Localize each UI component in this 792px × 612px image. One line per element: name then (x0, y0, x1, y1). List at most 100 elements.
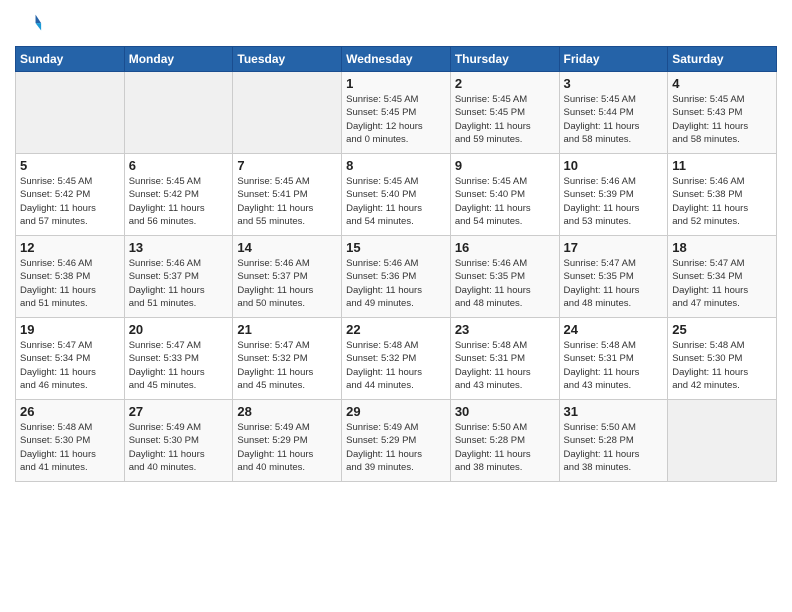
calendar-cell: 14 Sunrise: 5:46 AM Sunset: 5:37 PM Dayli… (233, 236, 342, 318)
day-content: Sunrise: 5:46 AM Sunset: 5:35 PM Dayligh… (455, 257, 555, 310)
day-content: Sunrise: 5:49 AM Sunset: 5:29 PM Dayligh… (346, 421, 446, 474)
calendar-cell: 27 Sunrise: 5:49 AM Sunset: 5:30 PM Dayli… (124, 400, 233, 482)
day-header-tuesday: Tuesday (233, 47, 342, 72)
day-content: Sunrise: 5:48 AM Sunset: 5:31 PM Dayligh… (455, 339, 555, 392)
calendar-cell: 2 Sunrise: 5:45 AM Sunset: 5:45 PM Daylig… (450, 72, 559, 154)
calendar-cell (124, 72, 233, 154)
week-row-4: 19Sunrise: 5:47 AM Sunset: 5:34 PM Dayli… (16, 318, 777, 400)
day-content: Sunrise: 5:45 AM Sunset: 5:42 PM Dayligh… (129, 175, 229, 228)
day-content: Sunrise: 5:46 AM Sunset: 5:37 PM Dayligh… (237, 257, 337, 310)
day-number: 13 (129, 240, 229, 255)
day-content: Sunrise: 5:45 AM Sunset: 5:41 PM Dayligh… (237, 175, 337, 228)
day-number: 28 (237, 404, 337, 419)
day-number: 26 (20, 404, 120, 419)
calendar-cell: 3 Sunrise: 5:45 AM Sunset: 5:44 PM Daylig… (559, 72, 668, 154)
calendar-cell: 11 Sunrise: 5:46 AM Sunset: 5:38 PM Dayli… (668, 154, 777, 236)
day-content: Sunrise: 5:45 AM Sunset: 5:40 PM Dayligh… (346, 175, 446, 228)
day-number: 29 (346, 404, 446, 419)
day-content: Sunrise: 5:45 AM Sunset: 5:45 PM Dayligh… (455, 93, 555, 146)
day-number: 1 (346, 76, 446, 91)
day-content: Sunrise: 5:45 AM Sunset: 5:42 PM Dayligh… (20, 175, 120, 228)
calendar-cell: 4 Sunrise: 5:45 AM Sunset: 5:43 PM Daylig… (668, 72, 777, 154)
day-content: Sunrise: 5:48 AM Sunset: 5:31 PM Dayligh… (564, 339, 664, 392)
day-content: Sunrise: 5:50 AM Sunset: 5:28 PM Dayligh… (455, 421, 555, 474)
calendar-cell: 6 Sunrise: 5:45 AM Sunset: 5:42 PM Daylig… (124, 154, 233, 236)
calendar-cell: 30 Sunrise: 5:50 AM Sunset: 5:28 PM Dayli… (450, 400, 559, 482)
day-number: 14 (237, 240, 337, 255)
calendar-cell: 21Sunrise: 5:47 AM Sunset: 5:32 PM Dayli… (233, 318, 342, 400)
day-number: 6 (129, 158, 229, 173)
calendar-header-row: SundayMondayTuesdayWednesdayThursdayFrid… (16, 47, 777, 72)
day-content: Sunrise: 5:45 AM Sunset: 5:43 PM Dayligh… (672, 93, 772, 146)
day-content: Sunrise: 5:48 AM Sunset: 5:30 PM Dayligh… (20, 421, 120, 474)
week-row-1: 1 Sunrise: 5:45 AM Sunset: 5:45 PM Daylig… (16, 72, 777, 154)
day-number: 27 (129, 404, 229, 419)
calendar-cell: 12 Sunrise: 5:46 AM Sunset: 5:38 PM Dayli… (16, 236, 125, 318)
day-number: 18 (672, 240, 772, 255)
day-content: Sunrise: 5:46 AM Sunset: 5:37 PM Dayligh… (129, 257, 229, 310)
day-number: 16 (455, 240, 555, 255)
day-header-friday: Friday (559, 47, 668, 72)
calendar-cell: 8 Sunrise: 5:45 AM Sunset: 5:40 PM Daylig… (342, 154, 451, 236)
day-number: 4 (672, 76, 772, 91)
calendar-cell: 28 Sunrise: 5:49 AM Sunset: 5:29 PM Dayli… (233, 400, 342, 482)
day-content: Sunrise: 5:48 AM Sunset: 5:32 PM Dayligh… (346, 339, 446, 392)
calendar-cell (16, 72, 125, 154)
calendar-cell: 23Sunrise: 5:48 AM Sunset: 5:31 PM Dayli… (450, 318, 559, 400)
day-content: Sunrise: 5:47 AM Sunset: 5:33 PM Dayligh… (129, 339, 229, 392)
day-content: Sunrise: 5:46 AM Sunset: 5:39 PM Dayligh… (564, 175, 664, 228)
day-content: Sunrise: 5:45 AM Sunset: 5:45 PM Dayligh… (346, 93, 446, 146)
day-content: Sunrise: 5:49 AM Sunset: 5:30 PM Dayligh… (129, 421, 229, 474)
day-header-monday: Monday (124, 47, 233, 72)
day-number: 8 (346, 158, 446, 173)
day-content: Sunrise: 5:49 AM Sunset: 5:29 PM Dayligh… (237, 421, 337, 474)
day-number: 30 (455, 404, 555, 419)
calendar-cell: 5Sunrise: 5:45 AM Sunset: 5:42 PM Daylig… (16, 154, 125, 236)
day-number: 9 (455, 158, 555, 173)
calendar-cell (233, 72, 342, 154)
day-header-thursday: Thursday (450, 47, 559, 72)
day-header-wednesday: Wednesday (342, 47, 451, 72)
day-number: 7 (237, 158, 337, 173)
day-content: Sunrise: 5:48 AM Sunset: 5:30 PM Dayligh… (672, 339, 772, 392)
calendar-cell: 26 Sunrise: 5:48 AM Sunset: 5:30 PM Dayli… (16, 400, 125, 482)
day-number: 22 (346, 322, 446, 337)
calendar-cell: 19Sunrise: 5:47 AM Sunset: 5:34 PM Dayli… (16, 318, 125, 400)
calendar-cell: 25 Sunrise: 5:48 AM Sunset: 5:30 PM Dayli… (668, 318, 777, 400)
day-content: Sunrise: 5:45 AM Sunset: 5:40 PM Dayligh… (455, 175, 555, 228)
day-number: 11 (672, 158, 772, 173)
calendar-cell: 16 Sunrise: 5:46 AM Sunset: 5:35 PM Dayli… (450, 236, 559, 318)
calendar-cell: 31Sunrise: 5:50 AM Sunset: 5:28 PM Dayli… (559, 400, 668, 482)
calendar-cell: 7 Sunrise: 5:45 AM Sunset: 5:41 PM Daylig… (233, 154, 342, 236)
day-number: 24 (564, 322, 664, 337)
day-number: 3 (564, 76, 664, 91)
calendar-cell: 10 Sunrise: 5:46 AM Sunset: 5:39 PM Dayli… (559, 154, 668, 236)
day-number: 2 (455, 76, 555, 91)
calendar-cell: 20 Sunrise: 5:47 AM Sunset: 5:33 PM Dayli… (124, 318, 233, 400)
header (15, 10, 777, 38)
day-content: Sunrise: 5:46 AM Sunset: 5:38 PM Dayligh… (20, 257, 120, 310)
calendar-cell: 18 Sunrise: 5:47 AM Sunset: 5:34 PM Dayli… (668, 236, 777, 318)
day-content: Sunrise: 5:45 AM Sunset: 5:44 PM Dayligh… (564, 93, 664, 146)
day-content: Sunrise: 5:46 AM Sunset: 5:36 PM Dayligh… (346, 257, 446, 310)
main-container: SundayMondayTuesdayWednesdayThursdayFrid… (0, 0, 792, 492)
day-content: Sunrise: 5:47 AM Sunset: 5:32 PM Dayligh… (237, 339, 337, 392)
day-number: 20 (129, 322, 229, 337)
calendar-cell (668, 400, 777, 482)
day-number: 10 (564, 158, 664, 173)
day-header-sunday: Sunday (16, 47, 125, 72)
day-number: 31 (564, 404, 664, 419)
calendar-cell: 13 Sunrise: 5:46 AM Sunset: 5:37 PM Dayli… (124, 236, 233, 318)
day-number: 25 (672, 322, 772, 337)
day-content: Sunrise: 5:47 AM Sunset: 5:34 PM Dayligh… (672, 257, 772, 310)
calendar-cell: 29 Sunrise: 5:49 AM Sunset: 5:29 PM Dayli… (342, 400, 451, 482)
week-row-5: 26 Sunrise: 5:48 AM Sunset: 5:30 PM Dayli… (16, 400, 777, 482)
logo-icon (15, 10, 43, 38)
day-number: 12 (20, 240, 120, 255)
logo (15, 10, 47, 38)
calendar-cell: 15Sunrise: 5:46 AM Sunset: 5:36 PM Dayli… (342, 236, 451, 318)
day-content: Sunrise: 5:46 AM Sunset: 5:38 PM Dayligh… (672, 175, 772, 228)
calendar-table: SundayMondayTuesdayWednesdayThursdayFrid… (15, 46, 777, 482)
calendar-cell: 1 Sunrise: 5:45 AM Sunset: 5:45 PM Daylig… (342, 72, 451, 154)
day-number: 17 (564, 240, 664, 255)
